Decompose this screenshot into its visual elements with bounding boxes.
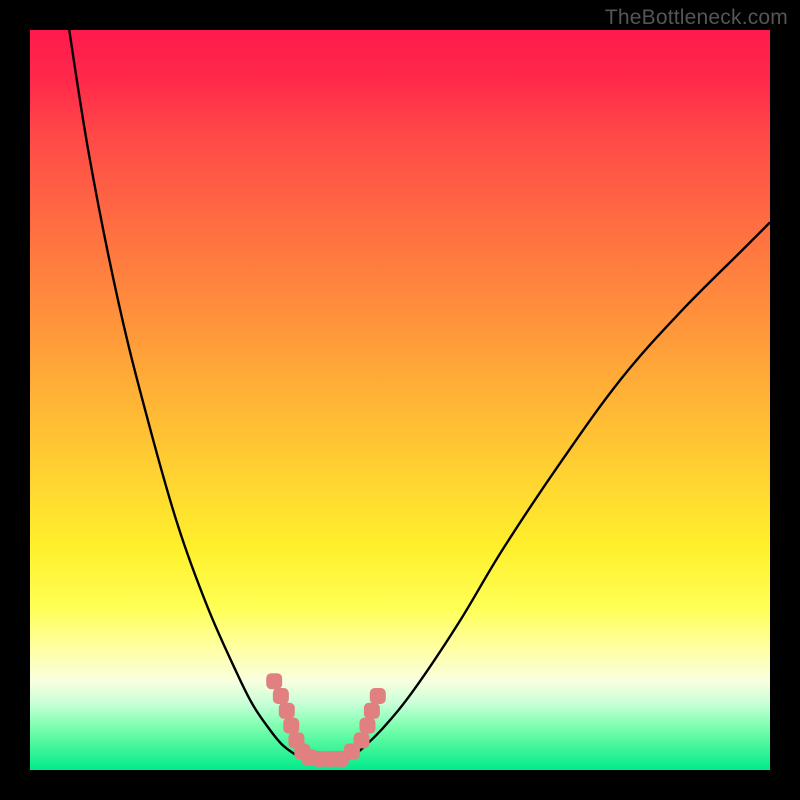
highlight-marker	[266, 673, 282, 689]
chart-frame: TheBottleneck.com	[0, 0, 800, 800]
highlight-marker	[364, 703, 380, 719]
highlight-marker	[273, 688, 289, 704]
watermark-text: TheBottleneck.com	[605, 6, 788, 30]
left-branch-line	[67, 15, 304, 759]
marker-group	[266, 673, 386, 767]
highlight-marker	[370, 688, 386, 704]
curve-group	[67, 15, 770, 759]
chart-svg	[30, 30, 770, 770]
highlight-marker	[283, 718, 299, 734]
right-branch-line	[348, 222, 770, 759]
highlight-marker	[279, 703, 295, 719]
highlight-marker	[354, 732, 370, 748]
highlight-marker	[359, 718, 375, 734]
